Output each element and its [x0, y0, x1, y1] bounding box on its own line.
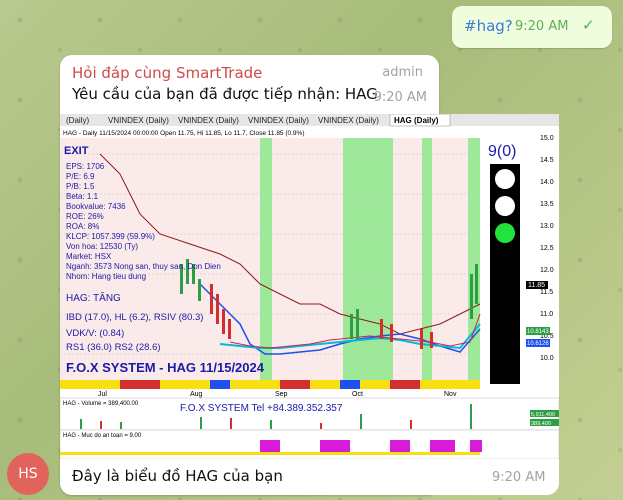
message-time: 9:20 AM: [492, 470, 546, 485]
x-tick-month: Nov: [444, 391, 457, 398]
fundamental-item: Beta: 1.1: [66, 192, 99, 201]
fundamental-item: ROA: 8%: [66, 222, 99, 231]
indicator-line: IBD (17.0), HL (6.2), RSIV (80.3): [66, 312, 203, 323]
y-tick: 14.0: [540, 179, 554, 186]
fundamental-item: ROE: 26%: [66, 212, 104, 221]
y-tick: 11.5: [540, 289, 553, 296]
y-tick: 13.0: [540, 223, 554, 230]
volume-pane-label: HAG - Volume = 389,400.00: [63, 401, 139, 407]
sender-name[interactable]: Hỏi đáp cùng SmartTrade: [72, 64, 262, 82]
y-tick: 12.5: [540, 245, 554, 252]
caption-text: Đây là biểu đồ HAG của bạn: [72, 467, 283, 485]
fundamental-item: Bookvalue: 7436: [66, 202, 126, 211]
system-title: F.O.X SYSTEM - HAG 11/15/2024: [66, 360, 265, 375]
side-label: 10.8143: [527, 329, 549, 335]
contact-line: F.O.X SYSTEM Tel +84.389.352.357: [180, 403, 343, 414]
volume-label: 389,400: [531, 421, 551, 427]
y-tick: 10.0: [540, 355, 554, 362]
chart-caption-row: Đây là biểu đồ HAG của bạn 9:20 AM: [60, 459, 559, 495]
chart-tab[interactable]: VNINDEX (Daily): [248, 116, 309, 125]
fundamental-item: EPS: 1706: [66, 162, 105, 171]
volume-label: 5,911,400: [531, 412, 555, 418]
chart-tab[interactable]: VNINDEX (Daily): [178, 116, 239, 125]
indicator-line: RS1 (36.0) RS2 (28.6): [66, 342, 161, 353]
indicator-line: VDK/V: (0.84): [66, 328, 124, 339]
signal-label: EXIT: [64, 145, 89, 157]
x-tick-month: Aug: [190, 391, 203, 398]
x-tick-month: Jul: [98, 391, 107, 398]
chart-header: HAG - Daily 11/15/2024 00:00:00 Open 11.…: [63, 130, 305, 137]
x-tick-month: Oct: [352, 391, 363, 398]
side-label: 10.6126: [527, 341, 549, 347]
chart-tab-active[interactable]: HAG (Daily): [394, 116, 439, 125]
hashtag-text[interactable]: #hag?: [464, 17, 513, 35]
sender-role: admin: [382, 65, 423, 80]
fundamental-item: P/E: 6.9: [66, 172, 95, 181]
message-text: Yêu cầu của bạn đã được tiếp nhận: HAG: [72, 85, 378, 103]
read-check-icon: ✓: [582, 16, 595, 34]
message-time: 9:20 AM: [515, 19, 569, 34]
chart-tab[interactable]: VNINDEX (Daily): [108, 116, 169, 125]
current-price-label: 11.85: [528, 282, 545, 289]
fundamental-item: Nhom: Hang tieu dung: [66, 272, 146, 281]
chart-tab[interactable]: (Daily): [66, 116, 89, 125]
safety-pane-label: HAG - Muc do an toan = 9.00: [63, 433, 142, 439]
outgoing-message[interactable]: #hag? 9:20 AM ✓: [452, 6, 612, 48]
y-tick: 11.0: [540, 311, 553, 318]
message-time: 9:20 AM: [373, 90, 427, 105]
fundamental-item: KLCP: 1057.399 (59.9%): [66, 232, 155, 241]
x-tick-month: Sep: [275, 391, 288, 398]
fundamental-item: Nganh: 3573 Nong san, thuy san, Don Dien: [66, 262, 221, 271]
avatar[interactable]: HS: [7, 453, 49, 495]
chart-tab[interactable]: VNINDEX (Daily): [318, 116, 379, 125]
y-tick: 13.5: [540, 201, 554, 208]
trend-label: HAG: TĂNG: [66, 291, 121, 304]
fundamental-item: Market: HSX: [66, 252, 112, 261]
score-label: 9(0): [488, 143, 516, 160]
stock-chart-image[interactable]: (Daily) VNINDEX (Daily) VNINDEX (Daily) …: [60, 114, 559, 459]
fundamental-item: P/B: 1.5: [66, 182, 95, 191]
y-tick: 14.5: [540, 157, 554, 164]
y-tick: 15.0: [540, 135, 554, 142]
fundamental-item: Von hoa: 12530 (Ty): [66, 242, 138, 251]
y-tick: 12.0: [540, 267, 554, 274]
